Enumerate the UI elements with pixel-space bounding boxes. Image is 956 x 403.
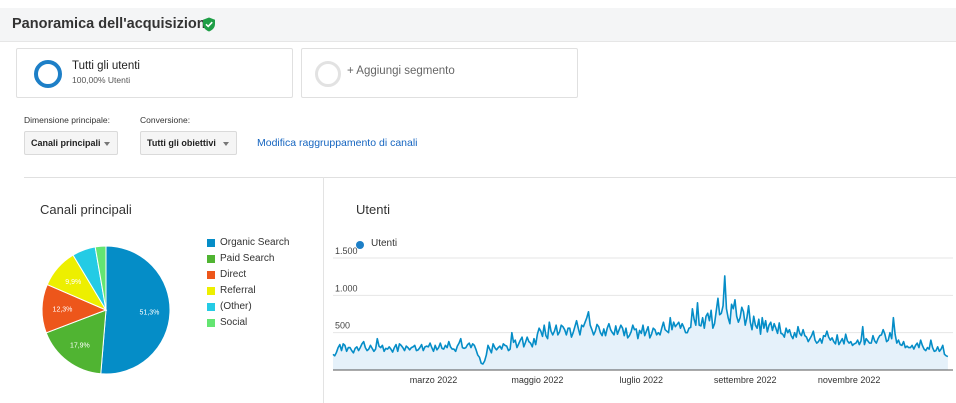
line-chart: 1.500 1.000 500 marzo 2022 maggio 2022 luglio… — [332, 246, 953, 385]
y-tick-label: 1.000 — [335, 283, 358, 293]
y-tick-label: 1.500 — [335, 246, 358, 256]
x-tick-label: novembre 2022 — [818, 375, 881, 385]
x-tick-label: maggio 2022 — [511, 375, 563, 385]
y-tick-label: 500 — [335, 321, 350, 331]
x-tick-label: marzo 2022 — [410, 375, 458, 385]
area-fill — [333, 275, 948, 370]
x-tick-label: settembre 2022 — [714, 375, 777, 385]
x-tick-label: luglio 2022 — [620, 375, 664, 385]
